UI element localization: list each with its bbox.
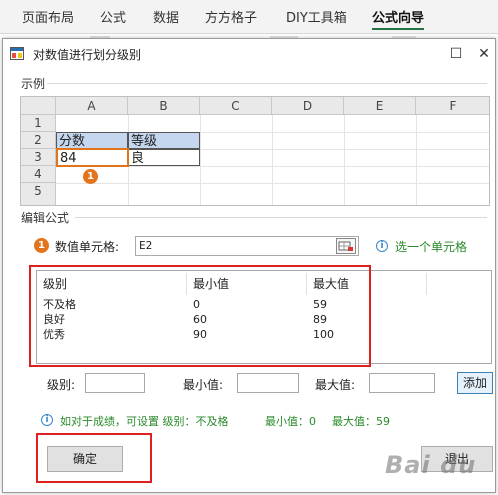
step-badge: 1 <box>34 238 49 253</box>
row-header-3: 3 <box>21 149 56 166</box>
close-button[interactable]: ✕ <box>469 42 498 66</box>
tab-fangfang[interactable]: 方方格子 <box>205 7 257 26</box>
status-example: 如对于成绩，可设置 级别：不及格 <box>60 415 229 428</box>
title-bar: 对数值进行划分级别 ☐ ✕ <box>3 39 495 69</box>
highlight-frame <box>29 265 371 367</box>
grid-line <box>56 183 489 184</box>
tab-formula-wizard[interactable]: 公式向导 <box>372 7 425 30</box>
cell-b2: 等级 <box>128 132 200 149</box>
info-icon: i <box>376 240 388 252</box>
row-header-5: 5 <box>21 183 56 205</box>
group-divider <box>47 83 487 84</box>
value-cell-hint: 选一个单元格 <box>395 240 468 254</box>
group-divider <box>75 217 487 218</box>
max-input[interactable] <box>369 373 435 393</box>
formula-section-label: 编辑公式 <box>21 211 70 225</box>
app-icon <box>10 47 24 60</box>
level-input-label: 级别: <box>47 378 76 392</box>
status-max: 最大值：59 <box>332 415 390 428</box>
maximize-button[interactable]: ☐ <box>441 42 471 66</box>
dialog-title: 对数值进行划分级别 <box>33 48 142 62</box>
level-input[interactable] <box>85 373 145 393</box>
col-header-f: F <box>416 97 489 115</box>
tab-diy-toolbox[interactable]: DIY工具箱 <box>286 7 347 26</box>
grade-dialog: 对数值进行划分级别 ☐ ✕ 示例 A B C D E F 1 2 3 4 5 分… <box>2 38 496 493</box>
example-section-label: 示例 <box>21 77 46 91</box>
grid-line <box>200 115 201 205</box>
value-cell-input[interactable]: E2 <box>135 236 359 256</box>
col-header-d: D <box>272 97 344 115</box>
min-input[interactable] <box>237 373 299 393</box>
row-header-2: 2 <box>21 132 56 149</box>
tab-data[interactable]: 数据 <box>153 7 179 26</box>
ribbon-tabs: 页面布局 公式 数据 方方格子 DIY工具箱 公式向导 <box>0 0 498 34</box>
col-header-e: E <box>344 97 416 115</box>
value-cell-label: 数值单元格: <box>55 240 120 254</box>
tab-formulas[interactable]: 公式 <box>100 7 126 26</box>
watermark-logo: Bai du <box>385 451 477 479</box>
example-grid: A B C D E F 1 2 3 4 5 分数 等级 良 84 1 <box>20 96 490 206</box>
highlight-frame <box>36 433 152 483</box>
range-picker-button[interactable] <box>336 238 356 254</box>
tab-page-layout[interactable]: 页面布局 <box>22 7 74 26</box>
grid-line <box>272 115 273 205</box>
grid-corner <box>21 97 56 115</box>
cell-a3-selected: 84 <box>56 148 129 167</box>
range-picker-icon <box>338 241 353 251</box>
col-header-b: B <box>128 97 200 115</box>
max-input-label: 最大值: <box>315 378 356 392</box>
min-input-label: 最小值: <box>183 378 224 392</box>
info-icon: i <box>41 414 53 426</box>
col-header-c: C <box>200 97 272 115</box>
add-button[interactable]: 添加 <box>457 372 493 394</box>
status-min: 最小值：0 <box>265 415 316 428</box>
grid-line <box>344 115 345 205</box>
cell-b3: 良 <box>128 149 200 166</box>
row-header-4: 4 <box>21 166 56 183</box>
grid-line <box>416 115 417 205</box>
row-header-1: 1 <box>21 115 56 132</box>
cell-a2: 分数 <box>56 132 128 149</box>
step-badge: 1 <box>83 169 98 184</box>
col-header-a: A <box>56 97 128 115</box>
